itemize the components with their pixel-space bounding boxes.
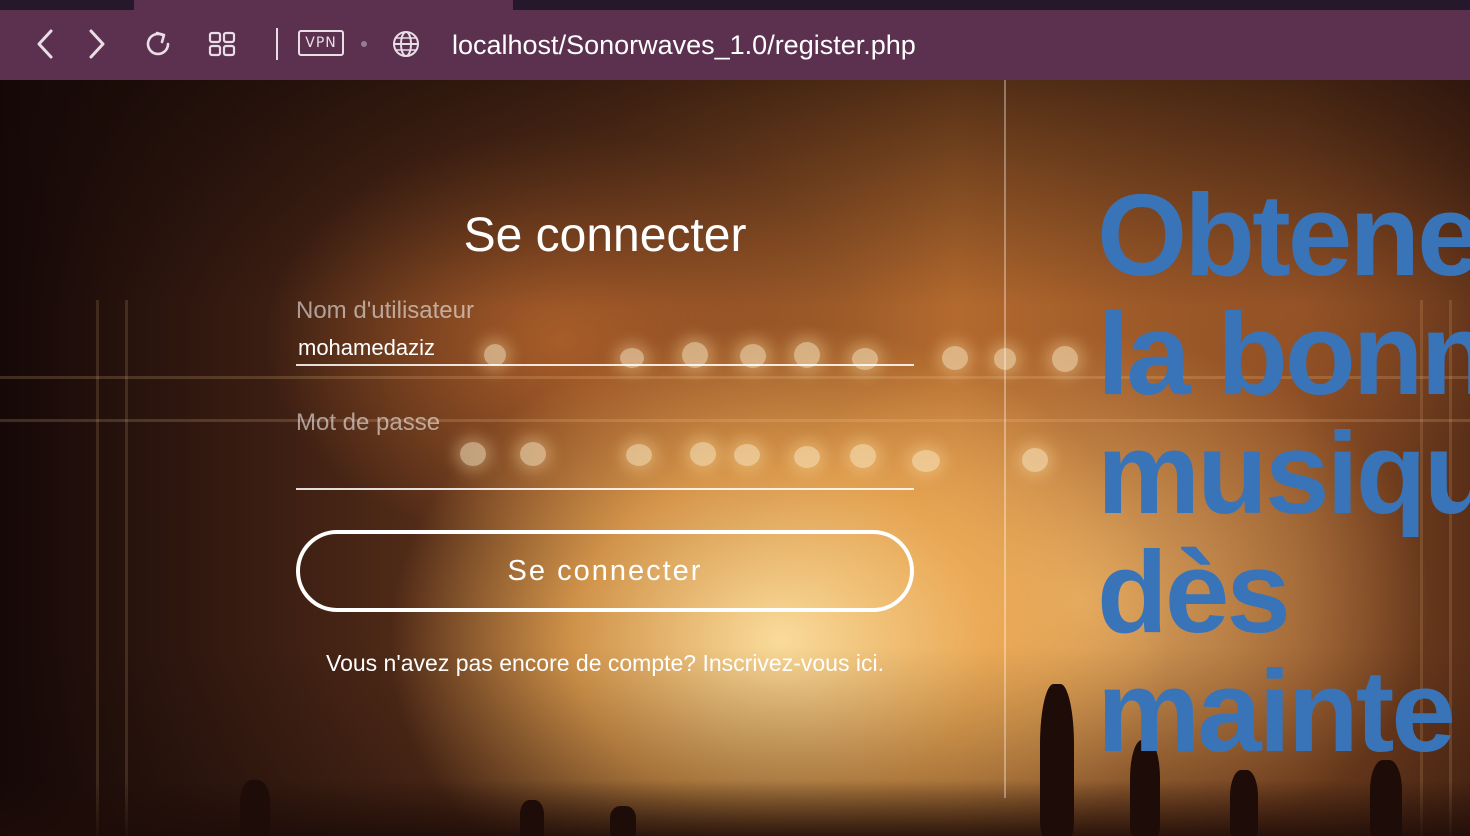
crowd-hand bbox=[1040, 684, 1074, 836]
reload-button[interactable] bbox=[138, 24, 178, 64]
crowd-hand bbox=[520, 800, 544, 836]
hero-headline: Obtene la bonn musiqu dès mainte bbox=[1097, 176, 1470, 796]
login-title: Se connecter bbox=[463, 209, 747, 262]
register-prompt-line: Vous n'avez pas encore de compte? Inscri… bbox=[296, 648, 914, 678]
page-content: Se connecter Nom d'utilisateur Mot de pa… bbox=[0, 80, 1470, 836]
hero-line: la bonn bbox=[1097, 289, 1470, 419]
username-label: Nom d'utilisateur bbox=[296, 297, 474, 324]
stage-truss-left bbox=[96, 300, 128, 836]
hero-line: mainte bbox=[1097, 646, 1456, 776]
register-prompt-text: Vous n'avez pas encore de compte? bbox=[326, 650, 697, 676]
vertical-divider bbox=[1004, 80, 1006, 798]
username-input[interactable] bbox=[296, 332, 914, 366]
vpn-badge[interactable]: VPN bbox=[298, 30, 344, 56]
password-label: Mot de passe bbox=[296, 409, 441, 436]
status-dot bbox=[361, 41, 367, 47]
grid-icon bbox=[208, 31, 236, 57]
stage-light bbox=[912, 450, 940, 472]
back-button[interactable] bbox=[26, 24, 66, 64]
crowd-hand bbox=[610, 806, 636, 836]
stage-light bbox=[1022, 448, 1048, 472]
crowd-hand bbox=[240, 780, 270, 836]
site-info-button[interactable] bbox=[386, 24, 426, 64]
stage-light bbox=[942, 346, 968, 370]
hero-line: dès bbox=[1097, 527, 1291, 657]
address-bar[interactable]: localhost/Sonorwaves_1.0/register.php bbox=[452, 28, 1252, 62]
reload-icon bbox=[146, 31, 170, 56]
globe-icon bbox=[393, 31, 419, 57]
register-link[interactable]: Inscrivez-vous ici. bbox=[702, 650, 883, 676]
stage-light bbox=[1052, 346, 1078, 372]
hero-line: Obtene bbox=[1097, 176, 1470, 300]
login-button[interactable]: Se connecter bbox=[296, 530, 914, 612]
forward-button[interactable] bbox=[76, 24, 116, 64]
hero-line: musiqu bbox=[1097, 408, 1470, 538]
password-input[interactable] bbox=[296, 456, 914, 490]
crowd-hand bbox=[70, 792, 96, 836]
toolbar-separator bbox=[276, 28, 278, 60]
chevron-left-icon bbox=[37, 29, 53, 59]
active-tab[interactable] bbox=[134, 0, 513, 10]
tabs-overview-button[interactable] bbox=[202, 24, 242, 64]
browser-toolbar: VPN localhost/Sonorwaves_1.0/register.ph… bbox=[0, 10, 1470, 80]
chevron-right-icon bbox=[89, 29, 105, 59]
tab-strip bbox=[0, 0, 1470, 10]
